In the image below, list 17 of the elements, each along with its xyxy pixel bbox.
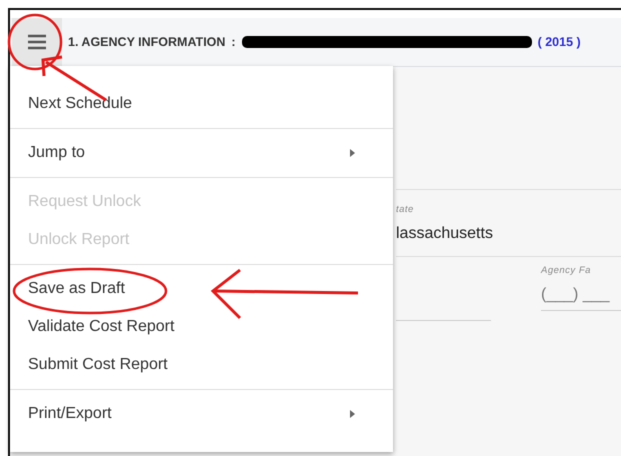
field-label: Agency Fa: [541, 265, 592, 276]
menu-item[interactable]: Validate Cost Report: [10, 308, 393, 346]
menu-icon: [27, 34, 47, 50]
menu-item[interactable]: Jump to: [10, 134, 393, 172]
field-value: lassachusetts: [396, 224, 494, 242]
menu-item[interactable]: Next Schedule: [10, 85, 393, 123]
field-label: tate: [396, 204, 415, 214]
caret-icon: [350, 410, 355, 418]
section-title: 1. AGENCY INFORMATION: [68, 35, 226, 49]
caret-icon: [350, 149, 355, 157]
menu-item[interactable]: Submit Cost Report: [10, 346, 393, 384]
menu-item[interactable]: Save as Draft: [10, 270, 393, 308]
report-year: ( 2015 ): [538, 35, 581, 49]
annotation-circle: [8, 14, 62, 70]
input-field[interactable]: (___) ___: [541, 286, 621, 311]
menu-item[interactable]: Print/Export: [10, 395, 393, 433]
title-separator: :: [231, 35, 236, 49]
